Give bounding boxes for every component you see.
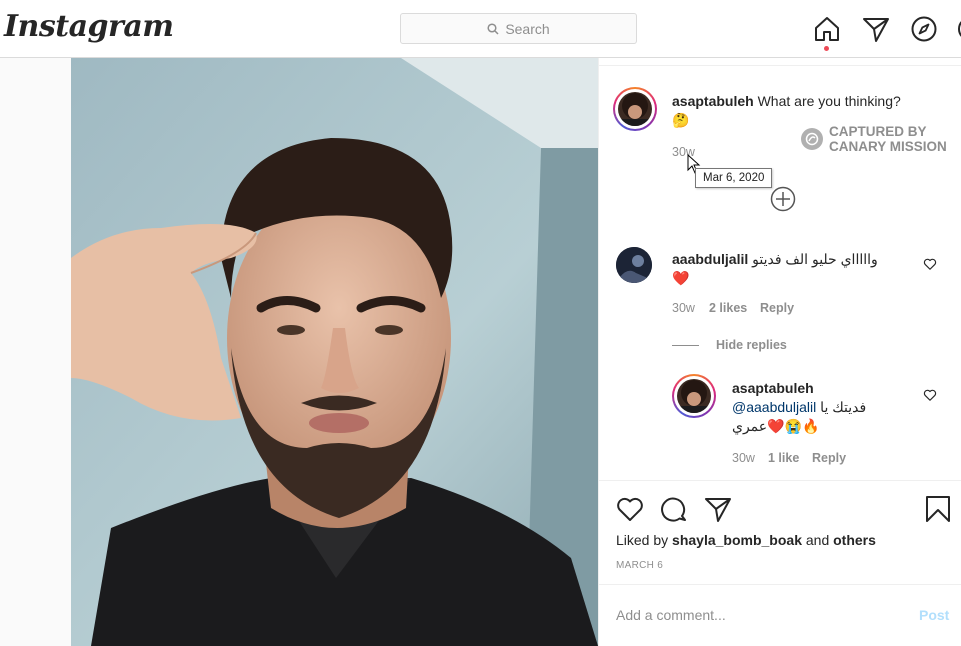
post-photo[interactable] xyxy=(71,58,598,646)
replies-divider xyxy=(672,345,699,346)
avatar xyxy=(618,92,652,126)
canary-mission-watermark: CAPTURED BY CANARY MISSION xyxy=(801,124,947,154)
like-heart-icon[interactable] xyxy=(616,495,644,523)
post-actions: Liked by shayla_bomb_boak and others MAR… xyxy=(599,480,961,584)
liked-by-and: and xyxy=(805,532,830,548)
comments-section: asaptabuleh What are you thinking? 🤔 30w… xyxy=(599,58,961,480)
watermark-line-2: CANARY MISSION xyxy=(829,139,947,154)
date-tooltip: Mar 6, 2020 xyxy=(695,168,773,188)
liked-by-prefix: Liked by xyxy=(616,532,669,548)
comment-bubble-icon[interactable] xyxy=(660,495,688,523)
comment-username[interactable]: aaabduljalil xyxy=(672,251,748,267)
top-navigation-bar: Instagram Search xyxy=(0,0,961,58)
add-comment-bar: Add a comment... Post xyxy=(599,584,961,646)
reply-age[interactable]: 30w xyxy=(732,451,755,465)
share-icon[interactable] xyxy=(704,495,732,523)
comment-likes[interactable]: 2 likes xyxy=(709,301,747,315)
liked-by-text: Liked by shayla_bomb_boak and others xyxy=(616,532,876,548)
search-input[interactable]: Search xyxy=(400,13,637,44)
liked-by-user-link[interactable]: shayla_bomb_boak xyxy=(672,532,802,548)
post-comment-button[interactable]: Post xyxy=(919,607,949,623)
comment-body: واااااي حليو الف فديتو xyxy=(752,251,878,267)
notification-dot xyxy=(824,46,829,51)
comment-like-heart-icon[interactable] xyxy=(923,257,937,271)
plus-icon[interactable] xyxy=(770,186,796,212)
comment-age[interactable]: 30w xyxy=(672,301,695,315)
reply-reply-button[interactable]: Reply xyxy=(812,451,846,465)
canary-seal-icon xyxy=(801,128,823,150)
hide-replies-button[interactable]: Hide replies xyxy=(716,338,787,352)
instagram-logo[interactable]: Instagram xyxy=(4,9,174,44)
divider xyxy=(599,65,961,66)
reply-username[interactable]: asaptabuleh xyxy=(732,379,917,398)
home-icon[interactable] xyxy=(813,15,841,43)
reply-story-ring[interactable] xyxy=(672,374,716,418)
direct-icon[interactable] xyxy=(862,15,890,43)
add-comment-input[interactable]: Add a comment... xyxy=(616,607,726,623)
save-bookmark-icon[interactable] xyxy=(924,495,952,523)
reply-like-heart-icon[interactable] xyxy=(923,388,937,402)
watermark-line-1: CAPTURED BY xyxy=(829,124,927,139)
search-icon xyxy=(487,22,499,35)
story-ring[interactable] xyxy=(613,87,657,131)
caption-username[interactable]: asaptabuleh xyxy=(672,93,754,109)
reply-emoji: ❤️😭🔥 xyxy=(767,418,820,434)
reply-body-1: فديتك يا xyxy=(820,399,867,415)
reply-mention-link[interactable]: @aaabduljalil xyxy=(732,399,816,415)
caption-body: What are you thinking? xyxy=(757,93,901,109)
commenter-avatar[interactable] xyxy=(616,247,652,283)
explore-icon[interactable] xyxy=(910,15,938,43)
reply-likes[interactable]: 1 like xyxy=(768,451,799,465)
comment-reply-button[interactable]: Reply xyxy=(760,301,794,315)
reply-body-2: عمري xyxy=(732,418,768,434)
comment-text: aaabduljalil واااااي حليو الف فديتو ❤️ xyxy=(672,250,922,288)
search-placeholder: Search xyxy=(505,20,550,37)
liked-by-others-link[interactable]: others xyxy=(833,532,876,548)
reply-avatar xyxy=(677,379,711,413)
profile-avatar-icon[interactable] xyxy=(957,15,961,43)
heart-emoji: ❤️ xyxy=(672,270,690,286)
post-date[interactable]: MARCH 6 xyxy=(616,560,663,571)
reply-text: asaptabuleh @aaabduljalil فديتك يا عمري❤… xyxy=(732,379,917,436)
post-details-panel: asaptabuleh What are you thinking? 🤔 30w… xyxy=(598,58,961,646)
